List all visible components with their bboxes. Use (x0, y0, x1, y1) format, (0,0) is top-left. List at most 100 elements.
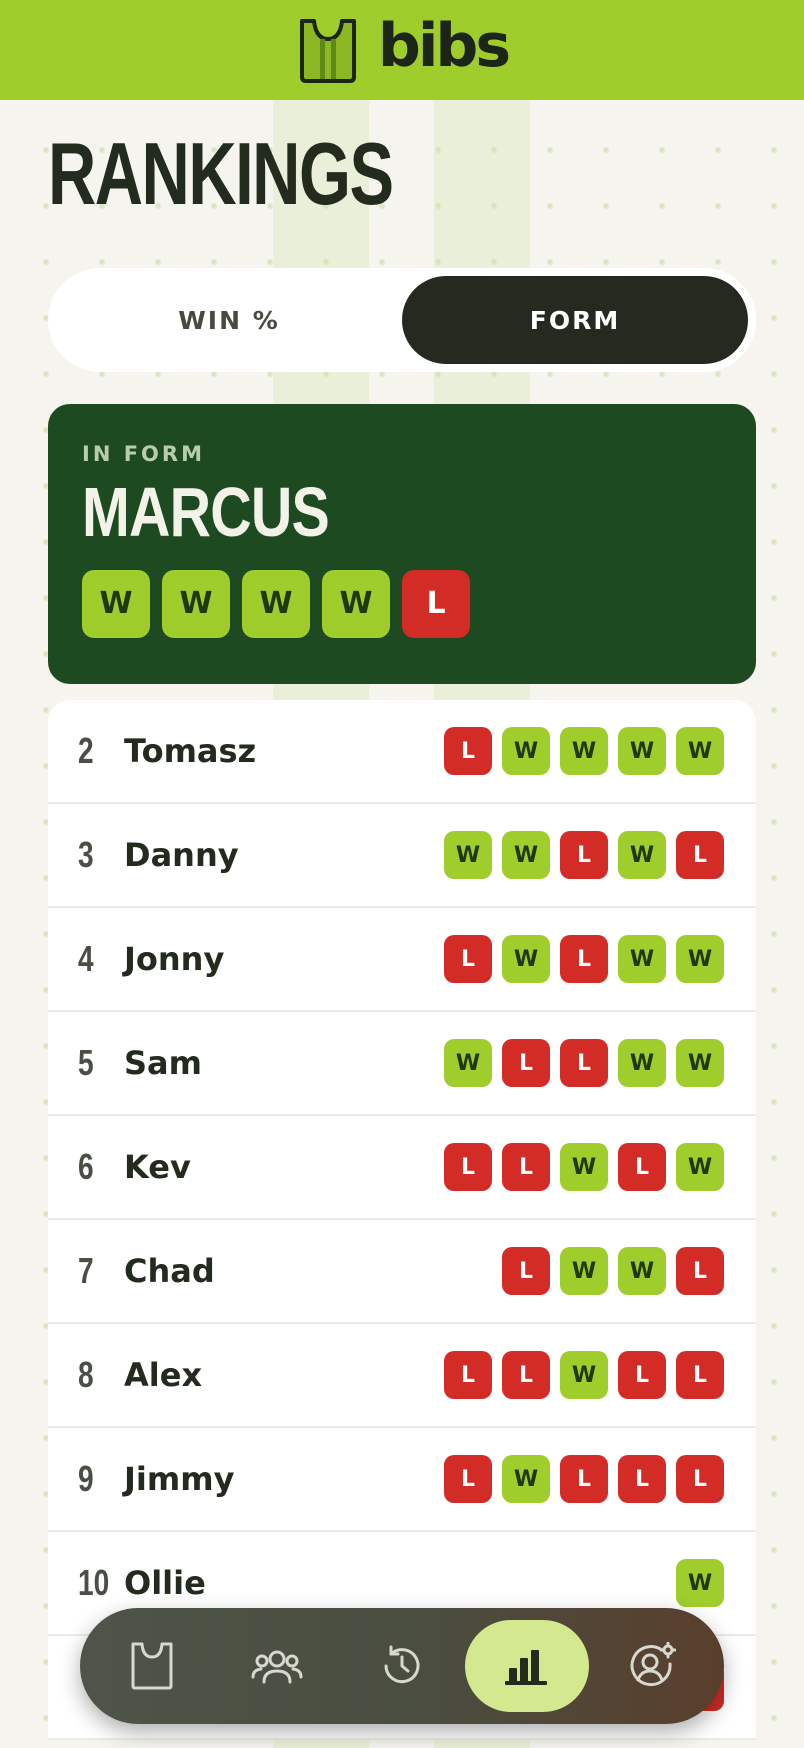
form-results: LLWLL (444, 1351, 724, 1399)
tab-form[interactable]: FORM (402, 276, 748, 364)
form-loss-badge: L (676, 1455, 724, 1503)
ranking-row[interactable]: 7 Chad L W W L (48, 1220, 756, 1324)
bottom-nav (80, 1608, 724, 1724)
form-results: LWWWW (444, 727, 724, 775)
form-win-badge: W (676, 1039, 724, 1087)
form-results: WWLWL (444, 831, 724, 879)
profile-settings-icon (628, 1642, 676, 1690)
ranking-row[interactable]: 4 Jonny L W L W W (48, 908, 756, 1012)
form-win-badge: W (444, 831, 492, 879)
ranking-row[interactable]: 9 Jimmy L W L L L (48, 1428, 756, 1532)
nav-history[interactable] (340, 1620, 464, 1712)
player-name: Danny (124, 836, 239, 874)
form-win-badge: W (322, 569, 390, 638)
form-win-badge: W (676, 1559, 724, 1607)
form-win-badge: W (502, 831, 550, 879)
in-form-card[interactable]: IN FORM MARCUS WWWWL (48, 404, 756, 684)
form-loss-badge: L (618, 1351, 666, 1399)
bib-logo-icon (296, 17, 360, 83)
in-form-player-name: MARCUS (82, 473, 330, 551)
form-win-badge: W (560, 1143, 608, 1191)
ranking-row[interactable]: 3 Danny W W L W L (48, 804, 756, 908)
rankings-icon (505, 1646, 549, 1686)
player-name: Sam (124, 1044, 202, 1082)
rank-position: 5 (78, 1042, 94, 1083)
brand-wordmark: bibs (377, 11, 511, 81)
form-loss-badge: L (560, 831, 608, 879)
player-name: Kev (124, 1148, 191, 1186)
form-win-badge: W (502, 727, 550, 775)
ranking-mode-toggle: WIN % FORM (48, 268, 756, 372)
form-results: WLLWW (444, 1039, 724, 1087)
app-header: bibs (0, 0, 804, 100)
form-loss-badge: L (444, 727, 492, 775)
player-name: Tomasz (124, 732, 257, 770)
form-results: LWLWW (444, 935, 724, 983)
form-loss-badge: L (502, 1247, 550, 1295)
form-win-badge: W (618, 727, 666, 775)
form-win-badge: W (162, 569, 230, 638)
form-win-badge: W (618, 1247, 666, 1295)
form-win-badge: W (676, 935, 724, 983)
form-loss-badge: L (444, 1455, 492, 1503)
form-loss-badge: L (676, 831, 724, 879)
rank-position: 8 (78, 1354, 94, 1395)
rank-position: 2 (78, 730, 94, 771)
nav-bibs[interactable] (90, 1620, 214, 1712)
form-loss-badge: L (676, 1247, 724, 1295)
ranking-row[interactable]: 2 Tomasz L W W W W (48, 700, 756, 804)
form-win-badge: W (618, 935, 666, 983)
rank-position: 6 (78, 1146, 94, 1187)
form-win-badge: W (676, 1143, 724, 1191)
in-form-results: WWWWL (82, 569, 722, 638)
form-results: LWLLL (444, 1455, 724, 1503)
form-loss-badge: L (618, 1455, 666, 1503)
form-win-badge: W (560, 1247, 608, 1295)
nav-profile[interactable] (590, 1620, 714, 1712)
player-name: Ollie (124, 1564, 206, 1602)
tab-win-percent[interactable]: WIN % (56, 276, 402, 364)
form-loss-badge: L (444, 1351, 492, 1399)
ranking-row[interactable]: 8 Alex L L W L L (48, 1324, 756, 1428)
form-results: W (676, 1559, 724, 1607)
players-icon (251, 1644, 303, 1688)
form-results: LWWL (502, 1247, 724, 1295)
form-loss-badge: L (444, 1143, 492, 1191)
in-form-label: IN FORM (82, 442, 205, 466)
form-win-badge: W (444, 1039, 492, 1087)
rank-position: 4 (78, 938, 94, 979)
form-loss-badge: L (618, 1143, 666, 1191)
form-win-badge: W (82, 569, 150, 638)
form-loss-badge: L (560, 1039, 608, 1087)
form-win-badge: W (560, 1351, 608, 1399)
form-results: LLWLW (444, 1143, 724, 1191)
player-name: Jonny (124, 940, 225, 978)
rank-position: 7 (78, 1250, 94, 1291)
nav-players[interactable] (215, 1620, 339, 1712)
form-win-badge: W (502, 935, 550, 983)
form-win-badge: W (618, 831, 666, 879)
rank-position: 10 (78, 1562, 110, 1603)
form-loss-badge: L (676, 1351, 724, 1399)
form-loss-badge: L (560, 935, 608, 983)
form-loss-badge: L (502, 1039, 550, 1087)
ranking-row[interactable]: 5 Sam W L L W W (48, 1012, 756, 1116)
form-loss-badge: L (560, 1455, 608, 1503)
rank-position: 3 (78, 834, 94, 875)
ranking-row[interactable]: 6 Kev L L W L W (48, 1116, 756, 1220)
player-name: Alex (124, 1356, 203, 1394)
form-win-badge: W (502, 1455, 550, 1503)
form-loss-badge: L (444, 935, 492, 983)
form-loss-badge: L (502, 1143, 550, 1191)
bib-icon (128, 1641, 176, 1691)
history-icon (379, 1643, 425, 1689)
page-title: RANKINGS (48, 124, 394, 223)
form-win-badge: W (676, 727, 724, 775)
player-name: Chad (124, 1252, 215, 1290)
player-name: Jimmy (124, 1460, 235, 1498)
nav-rankings[interactable] (465, 1620, 589, 1712)
form-loss-badge: L (402, 569, 470, 638)
form-win-badge: W (618, 1039, 666, 1087)
rank-position: 9 (78, 1458, 94, 1499)
form-loss-badge: L (502, 1351, 550, 1399)
